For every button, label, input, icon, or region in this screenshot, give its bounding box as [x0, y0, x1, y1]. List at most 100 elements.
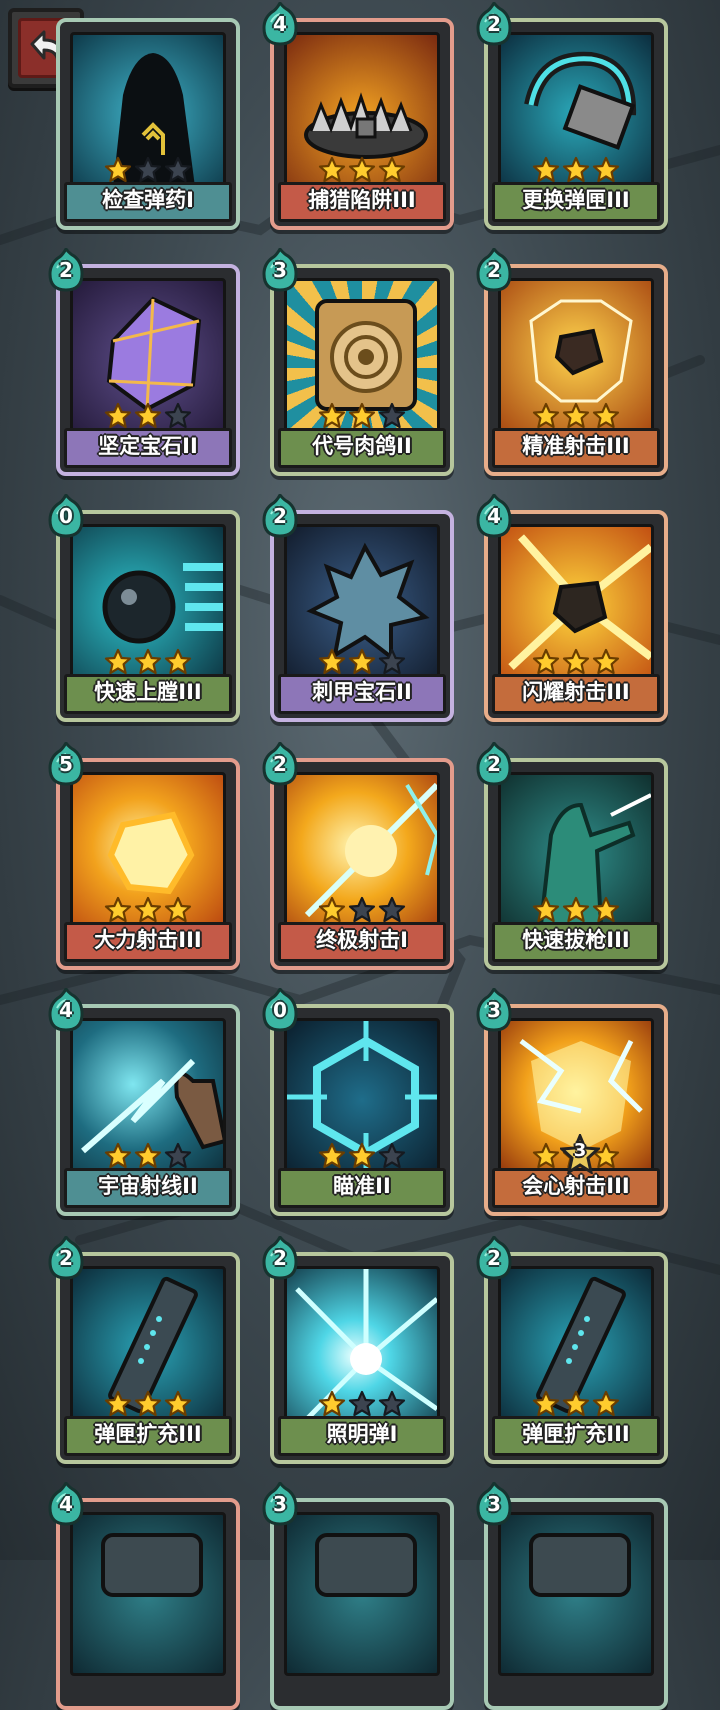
star-filled-icon [592, 896, 620, 924]
skill-card[interactable]: 刺甲宝石II 2 [262, 494, 454, 722]
energy-cost-badge: 3 [476, 988, 512, 1032]
energy-cost-value: 4 [487, 504, 501, 528]
skill-card[interactable]: 大力射击III 5 [48, 742, 240, 970]
star-filled-icon [104, 402, 132, 430]
star-filled-icon [562, 896, 590, 924]
star-empty-icon [164, 402, 192, 430]
energy-cost-value: 0 [59, 504, 73, 528]
energy-cost-value: 2 [273, 1246, 287, 1270]
star-filled-icon [592, 402, 620, 430]
star-filled-icon [348, 648, 376, 676]
card-art [284, 1512, 440, 1676]
level-badge-number: 3 [573, 1140, 587, 1161]
energy-cost-value: 2 [59, 1246, 73, 1270]
energy-cost-value: 2 [487, 12, 501, 36]
card-name: 更换弹匣III [492, 182, 660, 222]
skill-card[interactable]: 捕猎陷阱III 4 [262, 2, 454, 230]
skill-card[interactable]: 3 [476, 1482, 668, 1710]
star-empty-icon [134, 156, 162, 184]
card-name: 终极射击I [278, 922, 446, 962]
card-name: 照明弹I [278, 1416, 446, 1456]
skill-card[interactable]: 闪耀射击III 4 [476, 494, 668, 722]
star-filled-icon [134, 896, 162, 924]
energy-cost-value: 4 [273, 12, 287, 36]
energy-cost-value: 2 [487, 1246, 501, 1270]
star-filled-icon [348, 402, 376, 430]
star-filled-icon [134, 648, 162, 676]
card-name: 快速上膛III [64, 674, 232, 714]
star-filled-icon [104, 648, 132, 676]
energy-cost-badge: 0 [48, 494, 84, 538]
energy-cost-badge: 3 [476, 1482, 512, 1526]
skill-card[interactable]: 快速上膛III 0 [48, 494, 240, 722]
energy-cost-badge: 2 [262, 742, 298, 786]
energy-cost-badge: 2 [48, 248, 84, 292]
skill-card[interactable]: 精准射击III 2 [476, 248, 668, 476]
star-filled-icon [164, 648, 192, 676]
star-filled-icon [592, 1390, 620, 1418]
energy-cost-value: 2 [59, 258, 73, 282]
star-filled-icon [104, 156, 132, 184]
card-grid: 检查弹药I 捕猎陷阱III 4 更换弹匣III 2 坚定宝石II 2 代号肉鸽II 3 精准射击I… [0, 0, 720, 1710]
energy-cost-value: 2 [487, 258, 501, 282]
skill-card[interactable]: 检查弹药I [56, 18, 240, 230]
card-name: 宇宙射线II [64, 1168, 232, 1208]
energy-cost-value: 3 [487, 998, 501, 1022]
star-empty-icon [164, 156, 192, 184]
energy-cost-value: 2 [273, 752, 287, 776]
skill-card[interactable]: 瞄准II 0 [262, 988, 454, 1216]
star-empty-icon [378, 1390, 406, 1418]
skill-card[interactable]: 宇宙射线II 4 [48, 988, 240, 1216]
star-filled-icon [164, 896, 192, 924]
skill-card[interactable]: 代号肉鸽II 3 [262, 248, 454, 476]
star-filled-icon [532, 648, 560, 676]
skill-card[interactable]: 更换弹匣III 2 [476, 2, 668, 230]
star-filled-icon [562, 648, 590, 676]
skill-card[interactable]: 弹匣扩充III 2 [476, 1236, 668, 1464]
skill-card[interactable]: 快速拔枪III 2 [476, 742, 668, 970]
skill-card[interactable]: 终极射击I 2 [262, 742, 454, 970]
energy-cost-badge: 4 [262, 2, 298, 46]
energy-cost-badge: 4 [476, 494, 512, 538]
energy-cost-badge: 4 [48, 988, 84, 1032]
energy-cost-badge: 2 [476, 248, 512, 292]
skill-card[interactable]: 4 [48, 1482, 240, 1710]
energy-cost-badge: 2 [262, 494, 298, 538]
energy-cost-badge: 5 [48, 742, 84, 786]
star-filled-icon [318, 402, 346, 430]
star-empty-icon [378, 648, 406, 676]
star-filled-icon [104, 1390, 132, 1418]
card-name: 精准射击III [492, 428, 660, 468]
star-filled-icon [134, 1390, 162, 1418]
energy-cost-value: 5 [59, 752, 73, 776]
energy-cost-badge: 3 [262, 248, 298, 292]
card-name: 弹匣扩充III [492, 1416, 660, 1456]
energy-cost-badge: 2 [476, 2, 512, 46]
card-name: 检查弹药I [64, 182, 232, 222]
card-name: 闪耀射击III [492, 674, 660, 714]
energy-cost-value: 0 [273, 998, 287, 1022]
star-filled-icon [348, 1142, 376, 1170]
energy-cost-value: 3 [487, 1492, 501, 1516]
star-filled-icon [592, 648, 620, 676]
energy-cost-value: 3 [273, 1492, 287, 1516]
star-filled-icon [348, 156, 376, 184]
skill-card[interactable]: 会心射击III 3 3 [476, 988, 668, 1216]
skill-card[interactable]: 弹匣扩充III 2 [48, 1236, 240, 1464]
energy-cost-badge: 2 [476, 742, 512, 786]
skill-card[interactable]: 坚定宝石II 2 [48, 248, 240, 476]
star-filled-icon [562, 1390, 590, 1418]
energy-cost-badge: 2 [476, 1236, 512, 1280]
star-filled-icon [318, 1142, 346, 1170]
skill-card[interactable]: 照明弹I 2 [262, 1236, 454, 1464]
star-filled-icon [532, 1142, 560, 1170]
star-filled-icon [318, 896, 346, 924]
card-art [498, 1512, 654, 1676]
card-art [70, 1512, 226, 1676]
star-filled-icon [318, 156, 346, 184]
star-filled-icon [562, 402, 590, 430]
star-filled-icon [134, 1142, 162, 1170]
star-filled-icon [164, 1390, 192, 1418]
star-filled-icon [532, 402, 560, 430]
skill-card[interactable]: 3 [262, 1482, 454, 1710]
